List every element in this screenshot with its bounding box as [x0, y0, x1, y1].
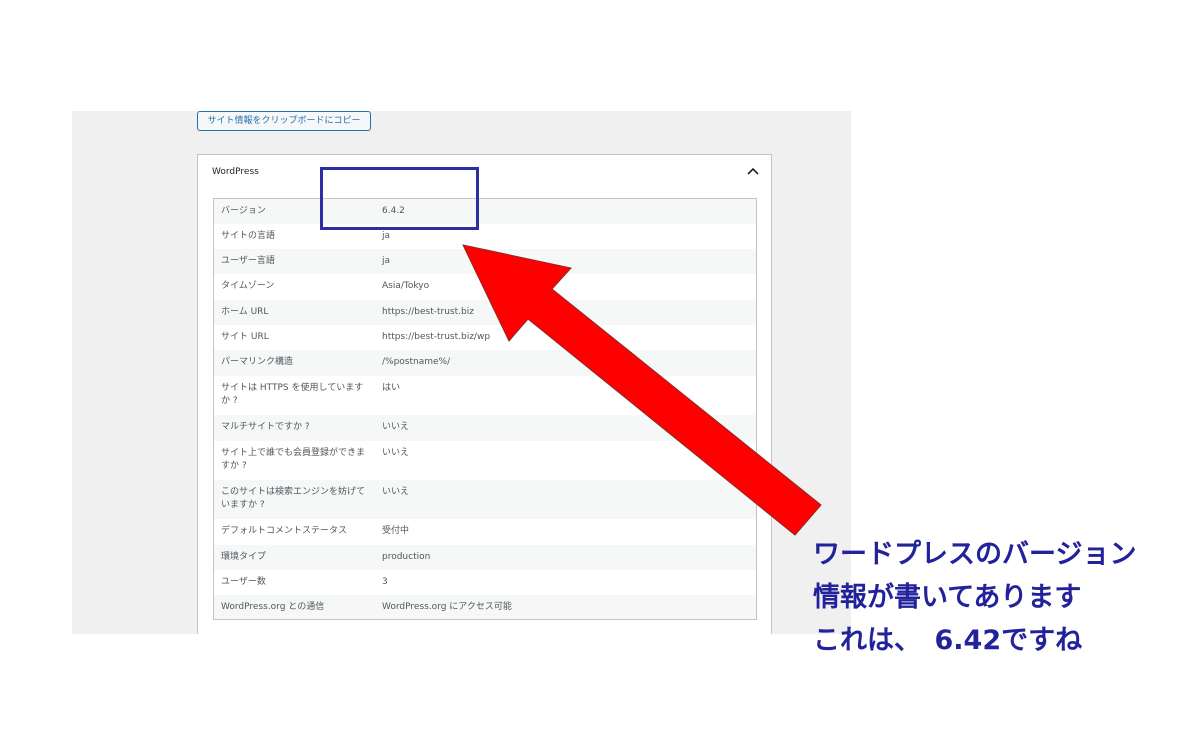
annotation-line-3: これは、 6.42ですね — [813, 625, 1083, 656]
annotation-line-2: 情報が書いてあります — [813, 582, 1082, 613]
annotation-line-1: ワードプレスのバージョン — [813, 539, 1137, 570]
annotation-text: ワードプレスのバージョン 情報が書いてあります これは、 6.42ですね — [813, 533, 1183, 662]
